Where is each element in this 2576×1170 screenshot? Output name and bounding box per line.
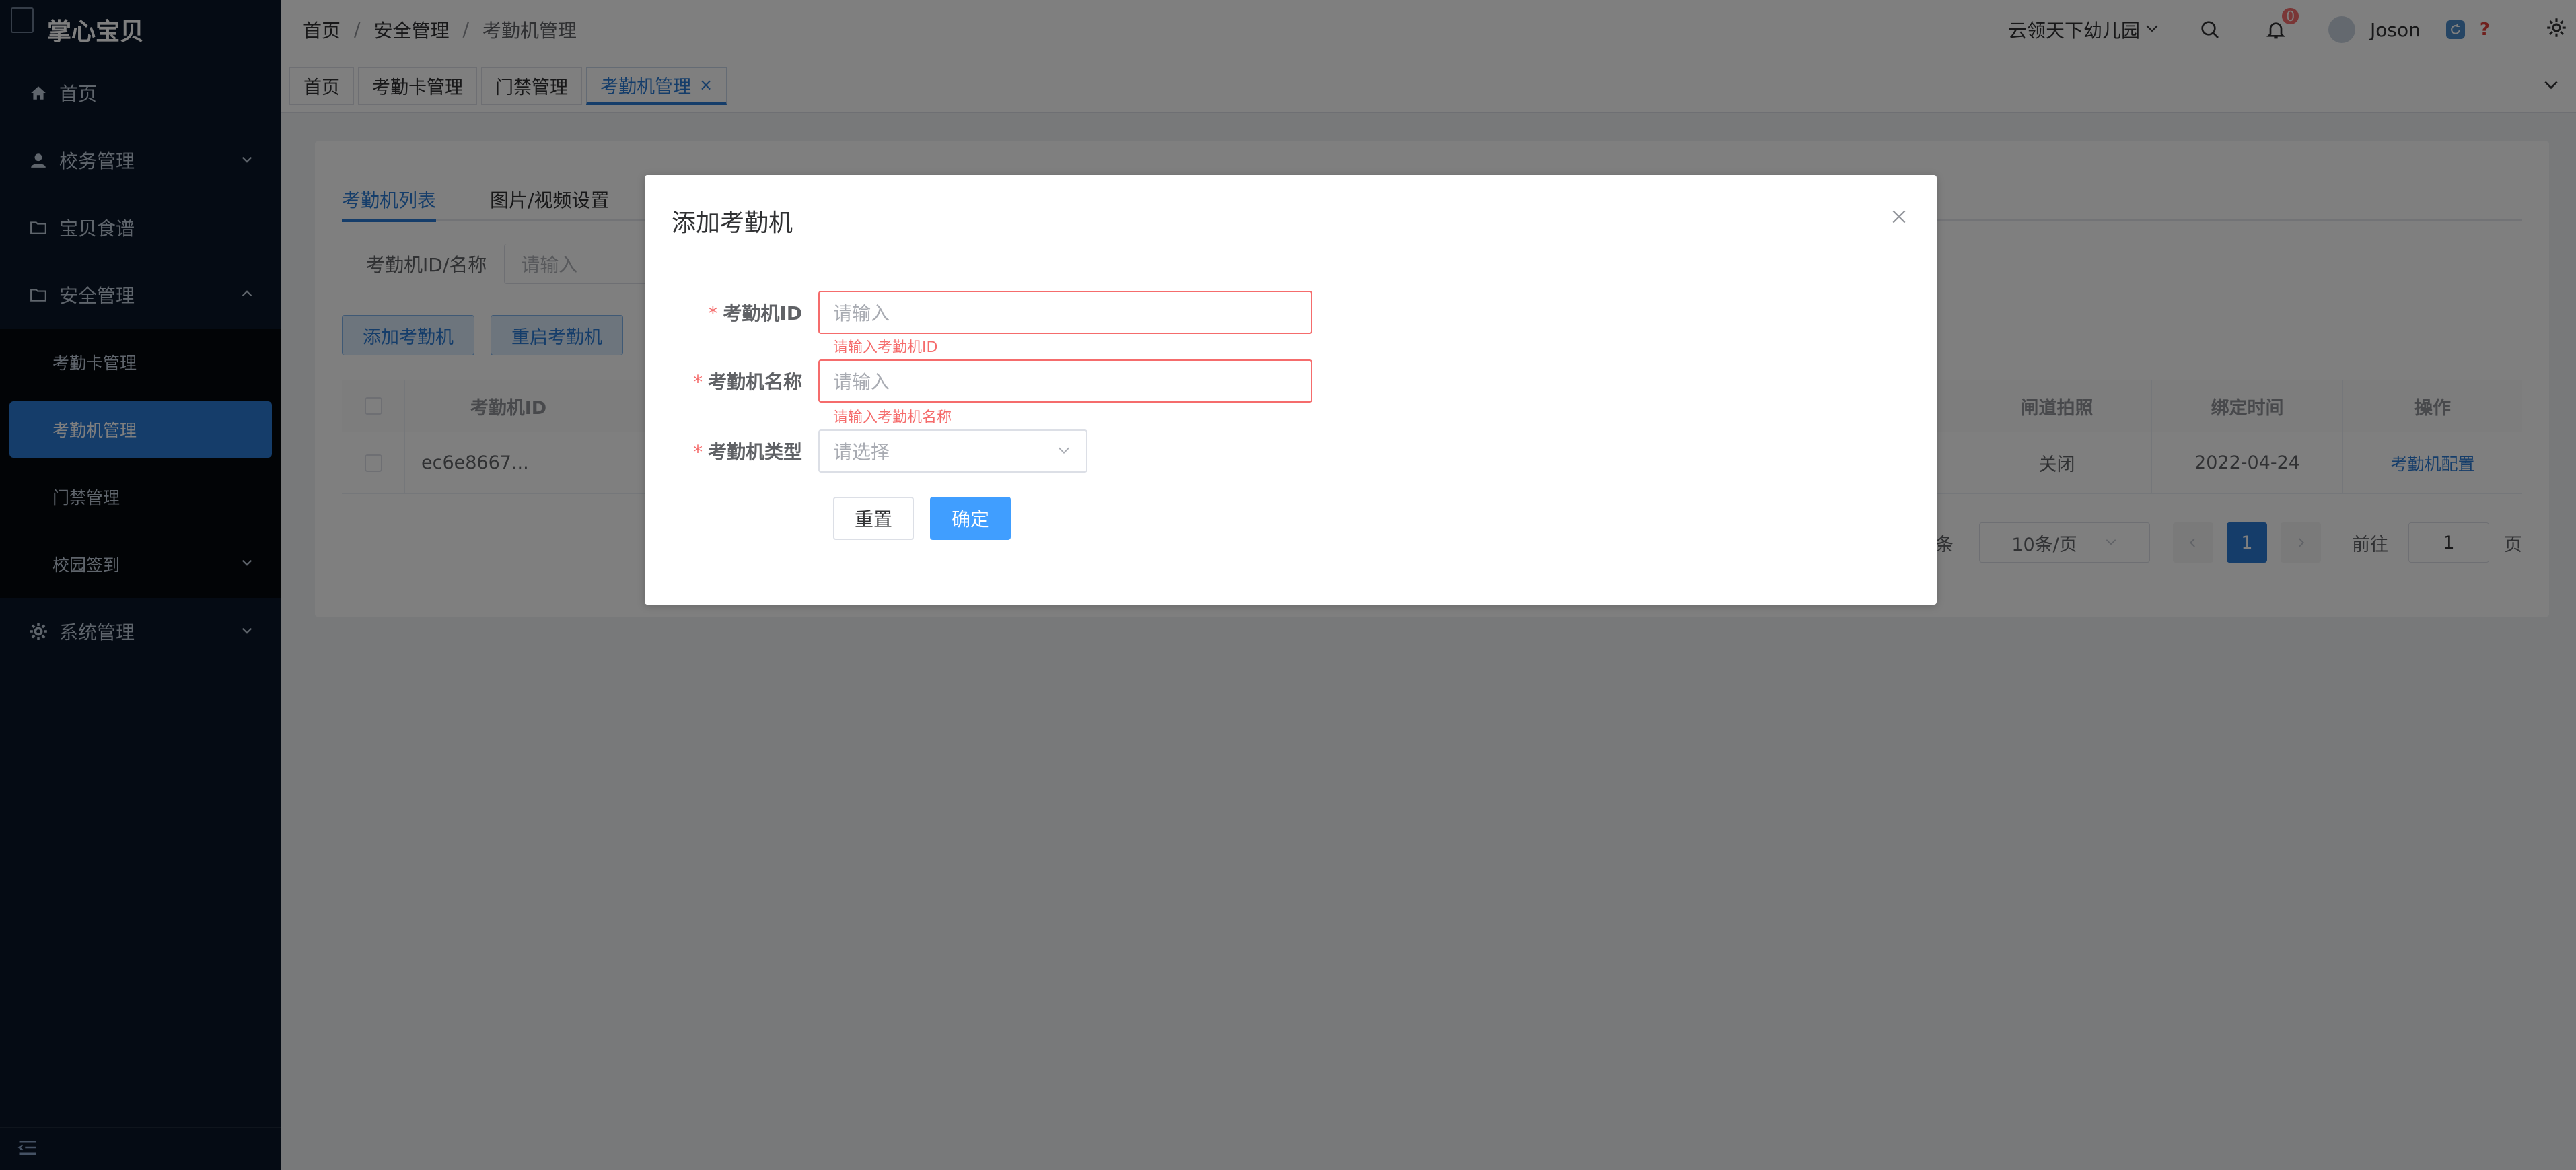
required-mark: * xyxy=(692,441,703,463)
form-label-text: 考勤机类型 xyxy=(707,441,802,463)
machine-name-input[interactable]: 请输入 xyxy=(818,359,1312,403)
form-label: * 考勤机类型 xyxy=(645,438,818,464)
required-mark: * xyxy=(692,371,703,393)
add-machine-dialog: 添加考勤机 * 考勤机ID 请输入 请输入考勤机ID * 考勤机名称 请输入 请输入… xyxy=(645,175,1937,605)
confirm-button[interactable]: 确定 xyxy=(930,497,1011,540)
machine-name-error: 请输入考勤机名称 xyxy=(833,409,952,426)
form-label: * 考勤机名称 xyxy=(645,368,818,394)
form-row-name: * 考勤机名称 请输入 xyxy=(645,359,1312,403)
select-placeholder: 请选择 xyxy=(833,441,890,463)
form-label-text: 考勤机ID xyxy=(723,302,802,324)
form-row-type: * 考勤机类型 请选择 xyxy=(645,429,1087,473)
form-label-text: 考勤机名称 xyxy=(707,371,802,393)
machine-id-input[interactable]: 请输入 xyxy=(818,291,1312,334)
dialog-title: 添加考勤机 xyxy=(672,209,793,237)
reset-button[interactable]: 重置 xyxy=(833,497,915,540)
machine-id-error: 请输入考勤机ID xyxy=(833,339,938,356)
required-mark: * xyxy=(708,302,718,324)
form-label: * 考勤机ID xyxy=(645,299,818,326)
machine-type-select[interactable]: 请选择 xyxy=(818,429,1087,473)
form-row-id: * 考勤机ID 请输入 xyxy=(645,291,1312,334)
chevron-down-icon xyxy=(1057,440,1071,462)
close-icon[interactable] xyxy=(1888,206,1910,228)
